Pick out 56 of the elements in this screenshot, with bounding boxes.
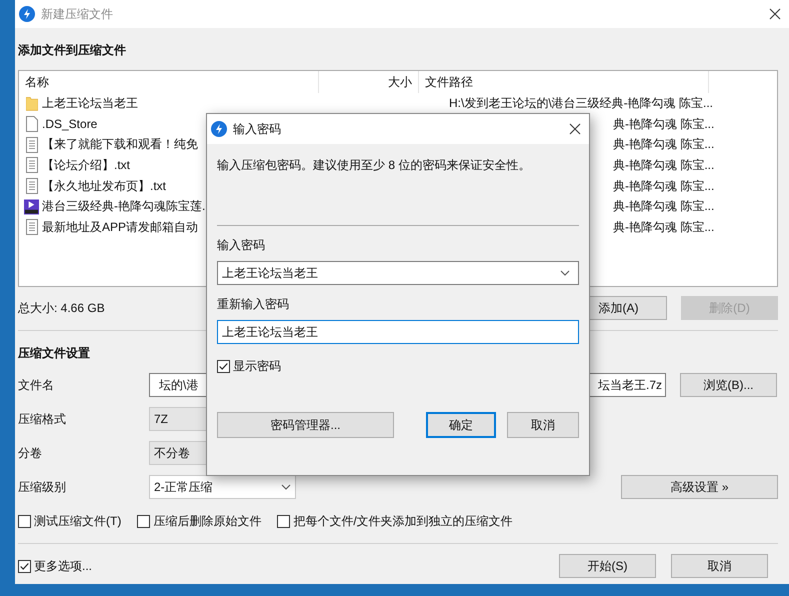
footer-button[interactable]: 取消 xyxy=(671,554,768,578)
file-path: 典-艳降勾魂 陈宝... xyxy=(613,137,714,152)
field-label: 压缩级别 xyxy=(18,478,67,496)
checkbox-label: 把每个文件/文件夹添加到独立的压缩文件 xyxy=(293,512,513,530)
file-icon xyxy=(26,116,38,132)
chevron-down-icon xyxy=(560,270,570,276)
checkbox-label: 显示密码 xyxy=(233,358,281,375)
app-logo-icon xyxy=(19,6,35,22)
checkbox[interactable] xyxy=(18,514,31,528)
checkbox-label: 测试压缩文件(T) xyxy=(34,512,122,530)
checkbox-label: 压缩后删除原始文件 xyxy=(153,512,262,530)
checkbox[interactable] xyxy=(217,360,230,373)
password-combo-field[interactable]: 上老王论坛当老王 xyxy=(217,261,579,285)
password-input-field[interactable]: 上老王论坛当老王 xyxy=(217,320,579,344)
advanced-settings-button[interactable]: 高级设置 » xyxy=(621,475,778,499)
checkbox[interactable] xyxy=(137,514,150,528)
checkbox[interactable] xyxy=(18,560,31,572)
chevron-down-icon xyxy=(281,484,291,490)
file-path: 典-艳降勾魂 陈宝... xyxy=(613,199,714,214)
close-icon[interactable] xyxy=(769,8,781,20)
field-label: 重新输入密码 xyxy=(217,296,290,312)
file-path: 典-艳降勾魂 陈宝... xyxy=(613,220,714,234)
checkbox-label: 更多选项... xyxy=(34,558,92,574)
file-path: 典-艳降勾魂 陈宝... xyxy=(613,116,714,131)
section-heading: 压缩文件设置 xyxy=(18,345,91,362)
file-path: 典-艳降勾魂 陈宝... xyxy=(613,158,714,172)
field-label: 输入密码 xyxy=(217,237,266,253)
section-heading: 添加文件到压缩文件 xyxy=(18,42,127,59)
browse-button[interactable]: 浏览(B)... xyxy=(680,373,777,397)
field-label: 压缩格式 xyxy=(18,410,67,428)
file-path: H:\发到老王论坛的\港台三级经典-艳降勾魂 陈宝... xyxy=(449,96,713,110)
column-header[interactable]: 名称 xyxy=(19,71,319,93)
text-file-icon xyxy=(26,219,38,236)
footer-button[interactable]: 开始(S) xyxy=(559,554,656,578)
text-file-icon xyxy=(26,157,38,174)
text-file-icon xyxy=(26,136,38,153)
cancel-button[interactable]: 取消 xyxy=(507,412,579,438)
column-header[interactable]: 大小 xyxy=(319,71,419,93)
dropdown[interactable]: 2-正常压缩 xyxy=(149,475,296,499)
video-file-icon xyxy=(24,198,39,215)
ok-button[interactable]: 确定 xyxy=(426,412,496,438)
folder-icon xyxy=(26,96,38,111)
dialog-title: 输入密码 xyxy=(233,120,282,138)
field-label: 文件名 xyxy=(18,376,55,394)
field-label: 分卷 xyxy=(18,444,43,462)
window-title: 新建压缩文件 xyxy=(41,6,114,22)
total-size: 总大小: 4.66 GB xyxy=(18,300,105,316)
column-header[interactable]: 文件路径 xyxy=(419,71,709,93)
app-logo-icon xyxy=(211,121,227,137)
password-manager-button[interactable]: 密码管理器... xyxy=(217,412,394,438)
text-file-icon xyxy=(26,178,38,194)
dialog-description: 输入压缩包密码。建议使用至少 8 位的密码来保证安全性。 xyxy=(217,157,532,174)
file-path: 典-艳降勾魂 陈宝... xyxy=(613,178,714,193)
checkbox[interactable] xyxy=(277,514,290,528)
file-name[interactable]: 上老王论坛当老王 xyxy=(42,94,424,112)
close-icon[interactable] xyxy=(569,123,581,135)
